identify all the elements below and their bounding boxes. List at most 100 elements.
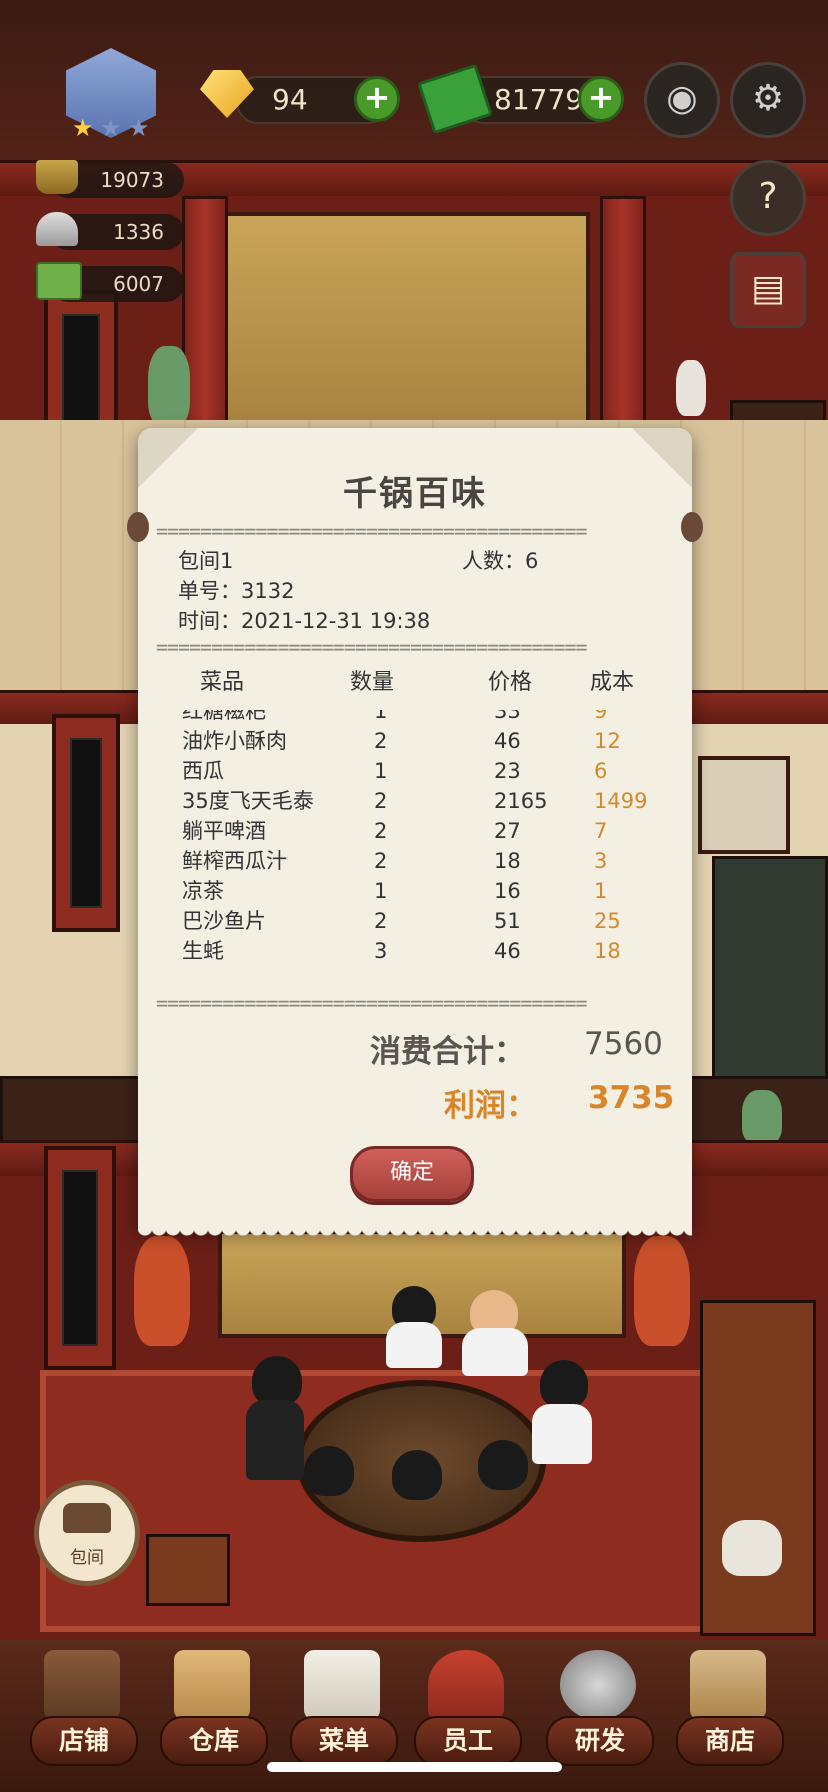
dish-price: 23 — [494, 759, 521, 783]
list-item: 巴沙鱼片 2 51 25 — [138, 906, 692, 936]
door — [52, 714, 120, 932]
restaurant-name: 千锅百味 — [343, 474, 487, 514]
help-book-icon: ? — [758, 176, 778, 217]
diner — [392, 1450, 442, 1500]
column-header-dish: 菜品 — [200, 670, 245, 695]
staff-icon — [428, 1650, 504, 1720]
wok-icon — [560, 1650, 636, 1720]
pot-icon — [36, 160, 78, 194]
store-icon — [690, 1650, 766, 1720]
boxes-icon — [174, 1650, 250, 1720]
nav-label: 仓库 — [160, 1716, 268, 1766]
list-item: 西瓜 1 23 6 — [138, 756, 692, 786]
dish-qty: 2 — [374, 729, 388, 753]
diner — [478, 1440, 528, 1490]
private-room-label: 包间 — [70, 1548, 104, 1568]
dish-price: 27 — [494, 819, 521, 843]
star-icon: ★ — [128, 114, 150, 142]
vase — [634, 1236, 690, 1346]
dish-name: 鲜榨西瓜汁 — [182, 849, 287, 873]
nav-shop-front[interactable]: 店铺 — [30, 1646, 138, 1766]
nav-label: 店铺 — [30, 1716, 138, 1766]
dish-price: 16 — [494, 879, 521, 903]
private-room-button[interactable]: 包间 — [34, 1480, 140, 1586]
home-indicator[interactable] — [267, 1762, 562, 1772]
divider: ======================================= — [156, 524, 588, 540]
help-button[interactable]: ? — [730, 160, 806, 236]
dish-cost: 25 — [594, 909, 621, 933]
pillar — [600, 196, 646, 432]
wall-painting — [698, 756, 790, 854]
nav-warehouse[interactable]: 仓库 — [160, 1646, 268, 1766]
dish-name: 红糖糍粑 — [182, 710, 266, 723]
bill-receipt: 千锅百味 ===================================… — [127, 428, 703, 1242]
guest-count: 人数：6 — [462, 549, 539, 573]
column-header-qty: 数量 — [350, 670, 395, 695]
add-cash-button[interactable]: + — [578, 76, 624, 122]
total-value: 7560 — [584, 1026, 663, 1062]
notebook-button[interactable]: ▤ — [730, 252, 806, 328]
list-item: 生蚝 3 46 18 — [138, 936, 692, 966]
dish-qty: 1 — [374, 879, 388, 903]
gem-count: 94 — [272, 83, 308, 116]
dish-cost: 3 — [594, 849, 608, 873]
profit-value: 3735 — [588, 1080, 675, 1116]
camera-icon: ◉ — [666, 78, 698, 119]
list-item: 35度飞天毛泰 2 2165 1499 — [138, 786, 692, 816]
dish-price: 46 — [494, 729, 521, 753]
diner — [386, 1322, 442, 1368]
notebook-icon: ▤ — [750, 268, 785, 309]
nav-label: 员工 — [414, 1716, 522, 1766]
dish-qty: 2 — [374, 819, 388, 843]
settings-button[interactable]: ⚙ — [730, 62, 806, 138]
nav-research[interactable]: 研发 — [546, 1646, 654, 1766]
cash-count: 81779 — [494, 83, 584, 116]
sofa-icon — [63, 1503, 111, 1533]
order-time: 时间：2021-12-31 19:38 — [178, 609, 431, 633]
star-icon: ★ — [100, 114, 122, 142]
diner — [304, 1446, 354, 1496]
dish-cover-icon — [36, 212, 78, 246]
dish-qty: 3 — [374, 939, 388, 963]
diner — [540, 1360, 588, 1408]
vase — [134, 1236, 190, 1346]
item-list[interactable]: 红糖糍粑 1 33 9 油炸小酥肉 2 46 1 2 西瓜 1 23 6 35度飞… — [138, 710, 692, 1000]
diner — [462, 1328, 528, 1376]
dish-cost: 18 — [594, 939, 621, 963]
list-item: 躺平啤酒 2 27 7 — [138, 816, 692, 846]
shop-front-icon — [44, 1650, 120, 1720]
chest — [146, 1534, 230, 1606]
diner — [252, 1356, 302, 1406]
diner — [532, 1404, 592, 1464]
profit-label: 利润： — [444, 1088, 537, 1124]
dish-cost: 7 — [594, 819, 608, 843]
dish-qty: 2 — [374, 849, 388, 873]
vase — [676, 360, 706, 416]
gear-icon: ⚙ — [751, 78, 785, 119]
total-label: 消费合计： — [370, 1034, 525, 1070]
cash-stack-icon — [36, 262, 82, 300]
menu-clipboard-icon — [304, 1650, 380, 1720]
add-gems-button[interactable]: + — [354, 76, 400, 122]
rank-badge[interactable]: ★ ★ ★ — [42, 48, 182, 148]
confirm-button[interactable]: 确定 — [350, 1146, 474, 1202]
dish-price: 18 — [494, 849, 521, 873]
camera-button[interactable]: ◉ — [644, 62, 720, 138]
cabinet — [700, 1300, 816, 1636]
dragon-screen — [222, 212, 590, 424]
star-icon: ★ — [72, 114, 94, 142]
list-item: 红糖糍粑 1 33 9 — [138, 710, 692, 726]
nav-menu[interactable]: 菜单 — [290, 1646, 398, 1766]
cabinet — [712, 856, 828, 1082]
nav-store[interactable]: 商店 — [676, 1646, 784, 1766]
dish-name: 油炸小酥肉 — [182, 729, 287, 753]
dish-price: 46 — [494, 939, 521, 963]
dish-name: 凉茶 — [182, 879, 224, 903]
list-item: 凉茶 1 16 1 — [138, 876, 692, 906]
dish-cost: 1499 — [594, 789, 648, 813]
receipt-notch — [681, 512, 703, 542]
vase — [148, 346, 190, 426]
vase — [742, 1090, 782, 1144]
jar — [722, 1520, 782, 1576]
nav-staff[interactable]: 员工 — [414, 1646, 522, 1766]
